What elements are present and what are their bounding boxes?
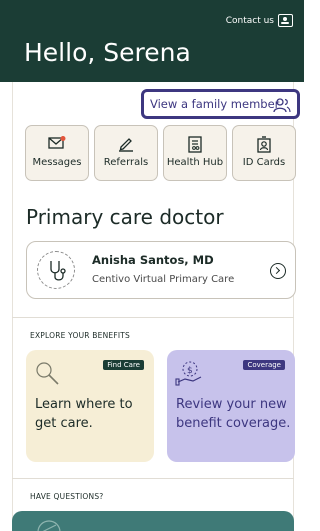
doctor-avatar [37,251,75,289]
primary-care-doctor-card[interactable]: Anisha Santos, MD Centivo Virtual Primar… [26,241,296,299]
view-family-member-label: View a family member [150,97,280,111]
family-member-icon [273,98,291,113]
clipboard-icon [188,136,202,153]
pencil-icon [119,138,133,152]
divider [12,478,294,479]
referrals-label: Referrals [103,157,149,168]
coverage-text: Review your new benefit coverage. [176,397,291,431]
find-care-card[interactable]: Find Care Learn where to get care. [26,350,154,462]
find-care-tag: Find Care [103,360,144,370]
greeting: Hello, Serena [24,38,191,67]
have-questions-label: HAVE QUESTIONS? [30,492,104,501]
left-border [12,82,13,531]
envelope-notification-icon [48,136,66,149]
magnifier-icon [36,362,59,385]
doctor-name: Anisha Santos, MD [92,253,214,267]
svg-text:$: $ [187,366,193,376]
questions-card-icon [37,520,61,531]
messages-label: Messages [32,157,82,168]
chevron-right-icon[interactable] [270,263,286,279]
explore-benefits-label: EXPLORE YOUR BENEFITS [30,331,131,340]
health-hub-button[interactable]: Health Hub [163,125,227,181]
contact-us-label: Contact us [225,15,274,26]
money-hand-icon: $ [175,361,202,386]
coverage-card[interactable]: $ Coverage Review your new benefit cover… [167,350,295,462]
divider [12,317,294,318]
id-cards-label: ID Cards [242,157,286,168]
questions-card[interactable] [12,511,294,531]
header: Contact us Hello, Serena [0,0,304,82]
find-care-text: Learn where to get care. [35,397,133,431]
messages-button[interactable]: Messages [25,125,89,181]
coverage-tag: Coverage [243,360,285,370]
id-card-icon [257,136,271,153]
view-family-member-button[interactable]: View a family member [141,89,300,119]
referrals-button[interactable]: Referrals [94,125,158,181]
contact-us-link[interactable]: Contact us [226,14,293,27]
contact-card-icon [278,14,293,27]
id-cards-button[interactable]: ID Cards [232,125,296,181]
stethoscope-icon [50,261,66,281]
primary-care-title: Primary care doctor [26,205,224,229]
doctor-clinic: Centivo Virtual Primary Care [92,274,235,285]
health-hub-label: Health Hub [166,157,224,168]
